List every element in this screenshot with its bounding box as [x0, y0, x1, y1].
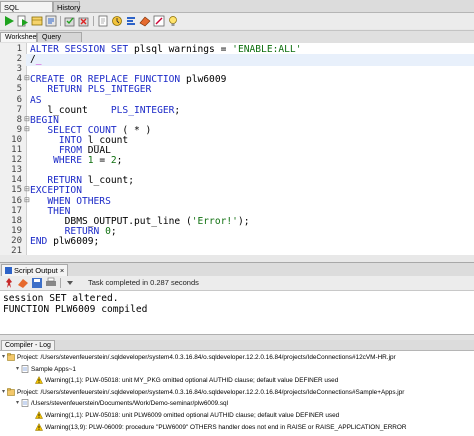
format-icon[interactable] [125, 15, 137, 27]
rollback-icon[interactable] [78, 15, 90, 27]
commit-icon[interactable] [64, 15, 76, 27]
tab-label: Compiler - Log [5, 342, 51, 349]
log-text: Warning(1,1): PLW-05018: unit MY_PKG omi… [45, 377, 339, 385]
warning-icon [35, 411, 43, 419]
file-icon [21, 399, 29, 408]
code-token: ; [116, 155, 123, 167]
warning-icon [35, 376, 43, 384]
code-line[interactable]: /_ [26, 54, 474, 66]
tab-sql-worksheet[interactable]: SQL Worksheet [0, 1, 53, 23]
sql-tuning-icon[interactable] [111, 15, 123, 27]
code-token: ; [110, 225, 117, 237]
editor-subtabs: Worksheet Query Builder [0, 30, 474, 51]
output-toolbar: Task completed in 0.287 seconds [0, 276, 474, 291]
tab-history[interactable]: History [53, 1, 80, 12]
log-text: Project: /Users/stevenfeuerstein/.sqldev… [17, 388, 405, 396]
top-tab-bar: SQL Worksheet History [0, 0, 474, 23]
run-statement-icon[interactable] [3, 15, 15, 27]
tab-label: Worksheet [5, 34, 39, 41]
log-tab-bar: Compiler - Log [0, 340, 474, 351]
code-editor[interactable]: 1 2 3 4 ⊟ 5 6 7 8 ⊟ 9 ⊟ 10 11 12 13 14 15 ⊟ 16 ⊟ 17 18 19 20 21 A… [0, 43, 474, 256]
log-text: /Users/stevenfeuerstein/Documents/Work/D… [31, 400, 229, 408]
script-output-icon [5, 267, 12, 274]
tab-worksheet[interactable]: Worksheet [0, 32, 39, 42]
code-token: plw6009; [53, 235, 100, 247]
clear-icon[interactable] [97, 15, 109, 27]
expand-toggle-icon[interactable]: ▾ [16, 399, 20, 408]
code-line[interactable]: RETURN PLS_INTEGER [30, 84, 151, 96]
tab-label: History [57, 3, 81, 12]
code-token: = [93, 155, 111, 167]
code-token: WHERE [30, 155, 88, 167]
compiler-log-area[interactable]: ▾ Project: /Users/stevenfeuerstein/.sqlde… [0, 351, 474, 436]
close-icon[interactable]: × [60, 266, 64, 275]
line-number-gutter: 1 2 3 4 ⊟ 5 6 7 8 ⊟ 9 ⊟ 10 11 12 13 14 15 ⊟ 16 ⊟ 17 18 19 20 21 [0, 43, 30, 256]
task-status: Task completed in 0.287 seconds [88, 278, 199, 287]
lightbulb-icon[interactable] [167, 15, 179, 27]
save-icon[interactable] [31, 277, 43, 289]
tab-label: Script Output [14, 266, 58, 275]
explain-plan-icon[interactable] [45, 15, 57, 27]
code-token: ; [174, 104, 181, 116]
output-line: FUNCTION PLW6009 compiled [3, 304, 148, 315]
output-tab-bar: Script Output × [0, 262, 474, 277]
warning-icon [35, 422, 43, 431]
code-token: l_count; [87, 175, 134, 187]
tab-compiler-log[interactable]: Compiler - Log [1, 340, 55, 350]
expand-toggle-icon[interactable]: ▾ [2, 388, 6, 397]
log-text: Sample Apps~1 [31, 365, 76, 373]
dropdown-icon[interactable] [64, 277, 76, 289]
log-text: Project: /Users/stevenfeuerstein/.sqldev… [17, 354, 396, 361]
code-token: _ [35, 54, 42, 66]
code-line[interactable]: WHERE 1 = 2; [30, 155, 122, 167]
autotrace-icon[interactable] [31, 15, 43, 27]
tab-script-output[interactable]: Script Output × [1, 264, 69, 276]
code-token: plw6009 [185, 74, 227, 86]
eraser-icon[interactable] [139, 15, 151, 27]
output-line: session SET altered. [3, 293, 119, 304]
code-token: RETURN PLS_INTEGER [30, 84, 152, 96]
code-token: END [30, 235, 54, 247]
code-line[interactable]: END plw6009; [30, 236, 99, 248]
log-text: Warning(13,9): PLW-06009: procedure "PLW… [45, 423, 407, 431]
code-token: ); [237, 215, 250, 227]
expand-toggle-icon[interactable]: ▾ [2, 353, 6, 362]
tab-query-builder[interactable]: Query Builder [37, 32, 82, 51]
file-icon [21, 364, 29, 373]
pin-icon[interactable] [3, 277, 15, 289]
line-number: 21 [11, 246, 22, 256]
code-token: 'Error!' [191, 215, 238, 227]
project-icon [7, 353, 15, 361]
print-icon[interactable] [45, 277, 57, 289]
log-text: Warning(1,1): PLW-05018: unit PLW6009 om… [45, 412, 340, 419]
script-output-area[interactable]: session SET altered. FUNCTION PLW6009 com… [0, 291, 474, 334]
run-script-icon[interactable] [17, 15, 29, 27]
expand-toggle-icon[interactable]: ▾ [16, 365, 20, 374]
highlight-icon[interactable] [153, 15, 165, 27]
code-token: PLS_INTEGER [110, 104, 175, 116]
erase-output-icon[interactable] [17, 277, 29, 289]
worksheet-toolbar [0, 13, 474, 29]
project-icon [7, 388, 15, 396]
